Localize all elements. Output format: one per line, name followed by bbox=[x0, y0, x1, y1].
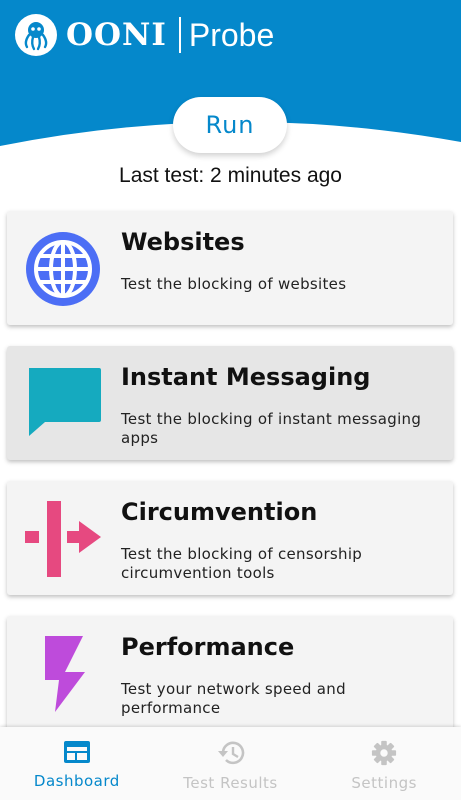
logo-divider bbox=[178, 17, 181, 53]
card-description: Test the blocking of instant messaging a… bbox=[121, 410, 422, 447]
gear-icon bbox=[370, 740, 398, 770]
card-title: Circumvention bbox=[121, 498, 318, 526]
card-title: Instant Messaging bbox=[121, 363, 371, 391]
dashboard-icon bbox=[63, 740, 91, 768]
logo-name: OONI bbox=[66, 17, 167, 53]
card-description: Test your network speed and performance bbox=[121, 680, 346, 717]
card-title: Websites bbox=[121, 228, 245, 256]
chat-bubble-icon bbox=[25, 366, 101, 442]
logo-product: Probe bbox=[188, 16, 275, 53]
test-card-circumvention[interactable]: Circumvention Test the blocking of censo… bbox=[7, 481, 453, 595]
nav-item-dashboard[interactable]: Dashboard bbox=[0, 727, 154, 800]
circumvention-arrow-icon bbox=[25, 501, 101, 577]
card-description: Test the blocking of websites bbox=[121, 275, 347, 293]
run-button[interactable]: Run bbox=[173, 97, 287, 153]
nav-item-settings[interactable]: Settings bbox=[307, 727, 461, 800]
nav-label-dashboard: Dashboard bbox=[33, 772, 120, 790]
history-icon bbox=[217, 740, 245, 770]
nav-label-settings: Settings bbox=[351, 774, 417, 792]
card-description: Test the blocking of censorship circumve… bbox=[121, 545, 363, 582]
card-title: Performance bbox=[121, 633, 295, 661]
globe-icon bbox=[25, 231, 101, 307]
test-card-websites[interactable]: Websites Test the blocking of websites bbox=[7, 211, 453, 325]
test-card-performance[interactable]: Performance Test your network speed and … bbox=[7, 616, 453, 730]
nav-label-test-results: Test Results bbox=[183, 774, 278, 792]
lightning-icon bbox=[25, 636, 101, 712]
test-card-instant-messaging[interactable]: Instant Messaging Test the blocking of i… bbox=[7, 346, 453, 460]
octopus-icon bbox=[15, 14, 57, 56]
nav-item-test-results[interactable]: Test Results bbox=[154, 727, 308, 800]
ooni-probe-logo: OONI Probe bbox=[15, 14, 274, 56]
last-test-status: Last test: 2 minutes ago bbox=[119, 164, 342, 187]
bottom-navigation: Dashboard Test Results Settings bbox=[0, 727, 461, 800]
